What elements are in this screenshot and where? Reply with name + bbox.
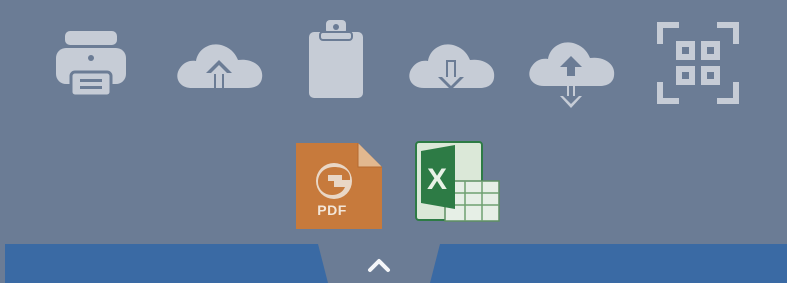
printer-icon[interactable] bbox=[55, 28, 127, 100]
cloud-download-icon[interactable] bbox=[404, 38, 498, 94]
scan-frame-icon[interactable] bbox=[657, 22, 739, 104]
excel-file-icon[interactable]: X bbox=[415, 141, 501, 223]
clipboard-icon[interactable] bbox=[306, 18, 366, 100]
excel-letter: X bbox=[427, 163, 447, 196]
cloud-sync-icon[interactable] bbox=[524, 32, 618, 110]
background-panel: PDF X bbox=[0, 0, 787, 283]
pdf-label: PDF bbox=[317, 202, 347, 218]
cloud-upload-icon[interactable] bbox=[172, 38, 266, 94]
drawer-handle[interactable] bbox=[318, 244, 440, 283]
